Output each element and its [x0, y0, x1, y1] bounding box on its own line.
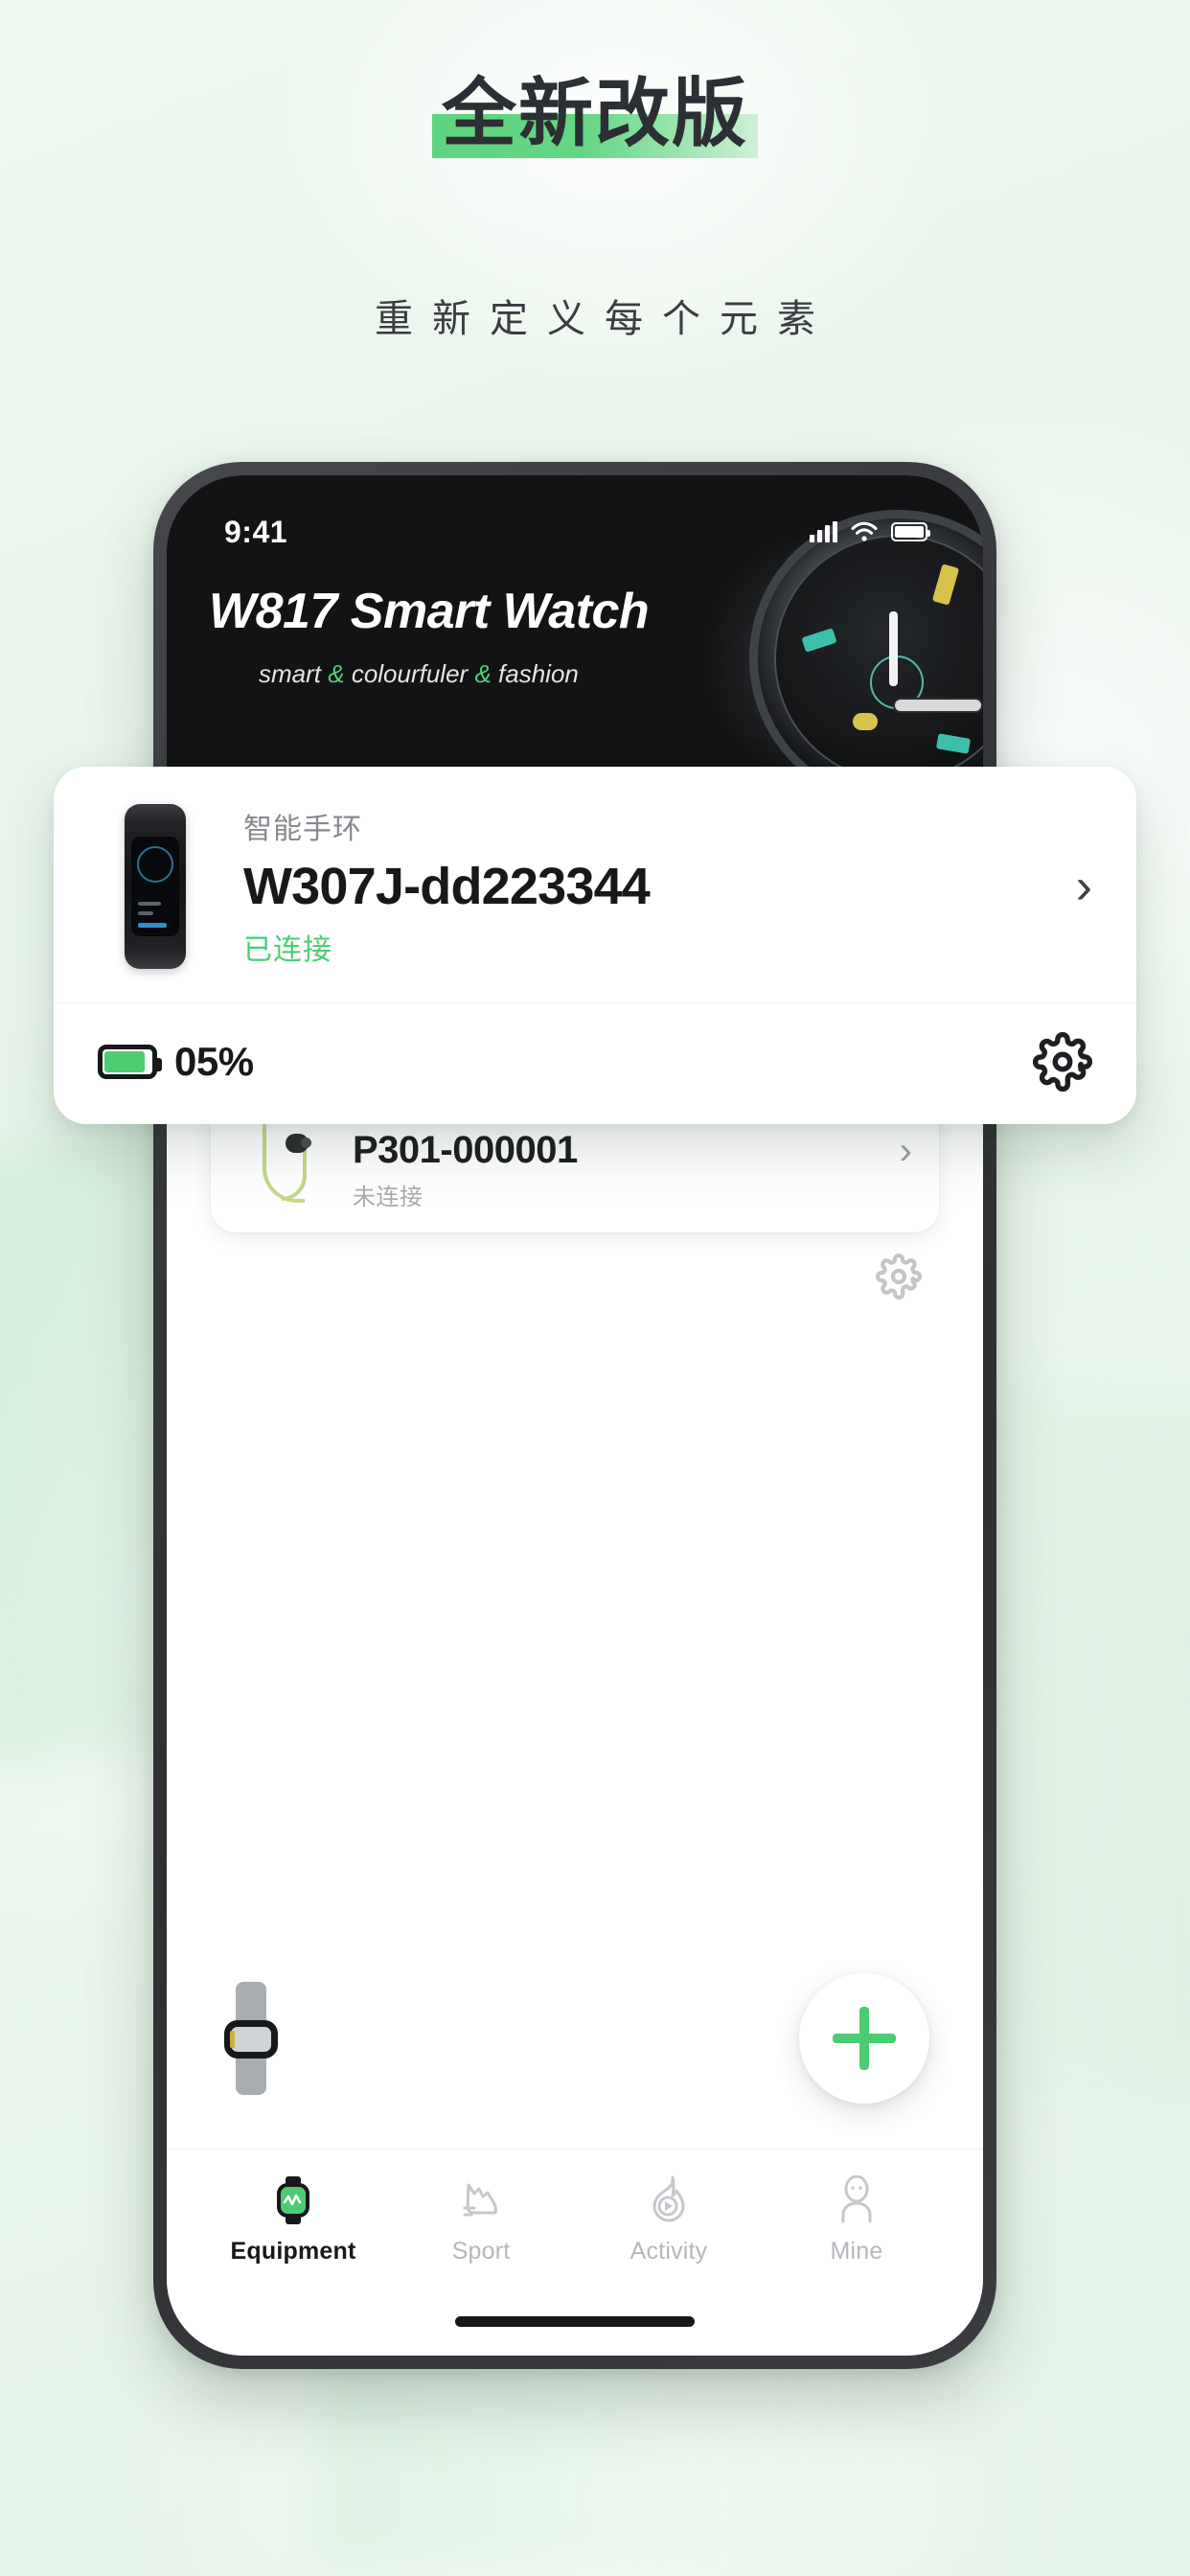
watch-hour-hand [893, 698, 983, 713]
connected-band-overlay-card: 智能手环 W307J-dd223344 已连接 › 05% [54, 767, 1136, 1124]
status-bar-icons [810, 521, 930, 542]
device-status-earphone: 未连接 [353, 1184, 423, 1210]
earphone-settings-button[interactable] [211, 1232, 939, 1321]
promo-headline: 全新改版 [431, 74, 758, 159]
battery-icon [891, 522, 930, 541]
float-action-row [167, 1938, 983, 2139]
tab-label-mine: Mine [830, 2238, 883, 2265]
promo-headline-text: 全新改版 [441, 71, 748, 155]
overlay-device-kind: 智能手环 [243, 814, 362, 845]
person-icon [831, 2174, 882, 2226]
promo-subheadline: 重新定义每个元素 [375, 298, 835, 340]
phone-screen: W817 Smart Watch smart & colourfuler & f… [167, 475, 983, 2356]
gear-icon [876, 1254, 922, 1300]
home-indicator [455, 2316, 695, 2327]
hero-subtitle-word-1: smart [259, 659, 321, 688]
phone-device-frame: W817 Smart Watch smart & colourfuler & f… [153, 462, 996, 2369]
overlay-settings-button[interactable] [1033, 1032, 1092, 1092]
overlay-battery-percent: 05% [174, 1039, 254, 1084]
promo-headline-wrap: 全新改版 [0, 74, 1190, 159]
tab-mine[interactable]: Mine [763, 2174, 950, 2266]
hero-subtitle: smart & colourfuler & fashion [259, 659, 579, 689]
overlay-device-info: 智能手环 W307J-dd223344 已连接 [243, 805, 1057, 968]
tab-label-sport: Sport [451, 2238, 511, 2265]
flame-icon [643, 2174, 695, 2226]
overlay-device-row[interactable]: 智能手环 W307J-dd223344 已连接 › [54, 767, 1136, 1003]
watch-marker-gold-2 [853, 713, 878, 730]
hero-subtitle-word-2: colourfuler [351, 659, 469, 688]
hero-title: W817 Smart Watch [209, 584, 650, 639]
hero-subtitle-word-3: fashion [498, 659, 579, 688]
chevron-right-icon[interactable]: › [1057, 862, 1092, 911]
overlay-battery-row: 05% [54, 1003, 1136, 1124]
wifi-icon [851, 521, 878, 541]
watch-icon [267, 2174, 319, 2226]
shoe-icon [455, 2174, 507, 2226]
watch-marker-gold-1 [931, 564, 960, 606]
status-bar-time: 9:41 [224, 514, 288, 549]
overlay-device-status: 已连接 [243, 934, 332, 966]
status-bar: 9:41 [167, 475, 983, 567]
watch-minute-hand [889, 611, 898, 686]
gear-icon [1033, 1032, 1092, 1092]
cellular-bars-icon [810, 521, 837, 542]
battery-icon [98, 1045, 162, 1079]
watch-marker-teal-2 [935, 733, 972, 754]
smart-band-icon [98, 799, 213, 974]
hero-subtitle-amp-1: & [328, 659, 345, 688]
add-device-button[interactable] [799, 1973, 929, 2104]
tab-sport[interactable]: Sport [387, 2174, 575, 2266]
tab-equipment[interactable]: Equipment [199, 2174, 387, 2266]
tab-label-activity: Activity [629, 2238, 708, 2265]
hero-subtitle-amp-2: & [474, 659, 492, 688]
chevron-right-icon[interactable]: › [900, 1132, 912, 1170]
overlay-battery-indicator: 05% [98, 1039, 254, 1085]
smart-watch-icon [220, 1982, 282, 2095]
tab-activity[interactable]: Activity [575, 2174, 763, 2266]
tab-label-equipment: Equipment [230, 2238, 356, 2265]
overlay-device-name: W307J-dd223344 [243, 858, 651, 915]
device-name-earphone: P301-000001 [353, 1129, 578, 1171]
watch-marker-teal-1 [801, 628, 837, 653]
